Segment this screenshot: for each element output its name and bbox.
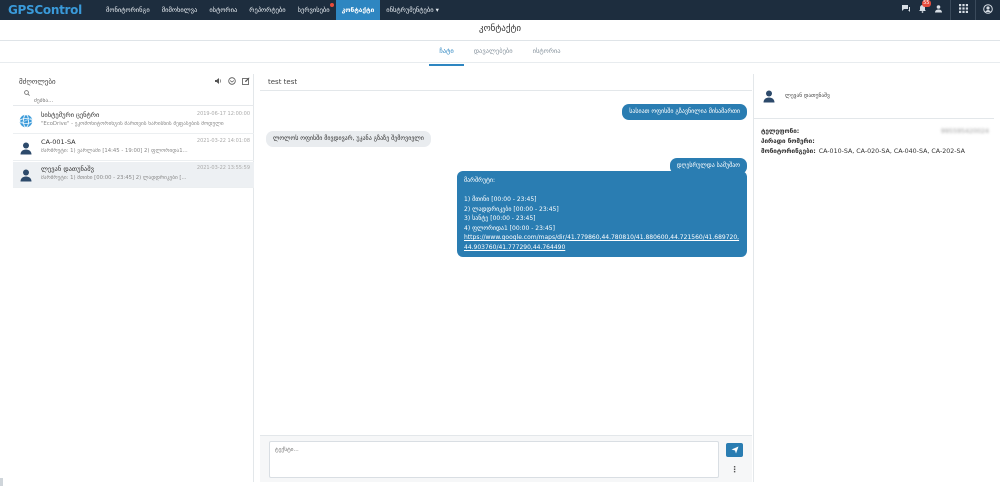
user-avatar-icon xyxy=(762,89,776,103)
conversation-date: 2019-06-17 12:00:00 xyxy=(196,111,250,117)
message-composer: ⋮ xyxy=(260,435,752,482)
compose-edit-icon[interactable] xyxy=(242,77,250,87)
route-text: მარშრუტი: 1) მთინი [00:00 - 23:45] 2) ლა… xyxy=(464,177,559,232)
send-icon xyxy=(731,446,738,454)
conversation-name: CA-001-SA xyxy=(41,138,76,146)
message-input[interactable] xyxy=(269,441,719,478)
conversation-preview: მარშრუტი: 1) ვარლამი [14:45 - 19:00] 2) … xyxy=(41,148,188,154)
nav-divider xyxy=(950,0,951,20)
top-nav: GPSControl მონიტორინგი მიმოხილვა ისტორია… xyxy=(0,0,1000,20)
drivers-search xyxy=(13,90,254,106)
divider xyxy=(0,40,1000,41)
nav-item-contact[interactable]: კონტაქტი xyxy=(335,0,381,20)
nav-divider xyxy=(975,0,976,20)
chat-icon[interactable] xyxy=(898,4,914,16)
send-button[interactable] xyxy=(726,443,743,457)
nav-item-reports[interactable]: რეპორტები xyxy=(243,0,291,20)
account-icon[interactable] xyxy=(980,3,996,17)
chat-panel: test test სასიათ ოფისში გზავნილია მისამა… xyxy=(260,74,752,482)
nav-menu: მონიტორინგი მიმოხილვა ისტორია რეპორტები … xyxy=(100,0,445,20)
drivers-toolbar xyxy=(214,77,254,87)
app-logo[interactable]: GPSControl xyxy=(0,3,100,17)
conversation-name: ლევან დათუნაშვ xyxy=(41,165,94,173)
nav-item-history[interactable]: ისტორია xyxy=(203,0,243,20)
contact-details: ტელეფონი: 995595420024 პირადი ნომერი: მო… xyxy=(761,127,989,157)
nav-item-overview[interactable]: მიმოხილვა xyxy=(156,0,204,20)
message-outgoing-route: მარშრუტი: 1) მთინი [00:00 - 23:45] 2) ლა… xyxy=(457,171,747,257)
monitorings-label: მონიტორინგები: xyxy=(761,148,816,155)
phone-row: ტელეფონი: 995595420024 xyxy=(761,127,989,137)
nav-item-services[interactable]: სერვისები xyxy=(292,0,336,20)
broadcast-speaker-icon[interactable] xyxy=(214,77,222,87)
conversation-name: სისტემური ცენტრი xyxy=(41,111,100,119)
drivers-title: მძღოლები xyxy=(19,78,56,86)
phone-label: ტელეფონი: xyxy=(761,128,800,135)
contact-info-panel: ლევან დათუნაშვ ტელეფონი: 995595420024 პი… xyxy=(753,74,994,482)
conversation-item-system[interactable]: სისტემური ცენტრი 2019-06-17 12:00:00 "Ec… xyxy=(13,108,254,134)
monitorings-value: CA-010-SA, CA-020-SA, CA-040-SA, CA-202-… xyxy=(818,148,965,155)
monitorings-row: მონიტორინგები: CA-010-SA, CA-020-SA, CA-… xyxy=(761,147,989,157)
user-avatar-icon xyxy=(19,168,33,182)
drivers-panel: მძღოლები სისტემური ცენტრი 2019-06-17 12:… xyxy=(13,74,254,482)
drivers-header: მძღოლები xyxy=(13,74,254,90)
divider xyxy=(0,62,1000,63)
search-input[interactable] xyxy=(34,98,184,104)
personal-id-row: პირადი ნომერი: xyxy=(761,137,989,147)
contact-name: ლევან დათუნაშვ xyxy=(785,93,830,99)
apps-grid-icon[interactable] xyxy=(955,4,971,16)
user-menu-icon[interactable] xyxy=(930,4,946,16)
phone-value: 995595420024 xyxy=(940,128,989,135)
search-icon xyxy=(24,90,30,98)
conversation-item-ca-001-sa[interactable]: CA-001-SA 2021-03-22 14:01:08 მარშრუტი: … xyxy=(13,135,254,161)
globe-icon xyxy=(19,114,33,128)
message-outgoing: სასიათ ოფისში გზავნილია მისამართი xyxy=(622,104,747,120)
nav-item-services-label: სერვისები xyxy=(297,6,330,14)
nav-item-tools[interactable]: ინსტრუმენტები ▾ xyxy=(380,0,445,20)
nav-right-tools: 55 xyxy=(898,0,1000,20)
scroll-marker xyxy=(0,478,3,486)
mail-open-icon[interactable] xyxy=(228,77,236,87)
conversation-preview: მარშრუტი: 1) მთინი [00:00 - 23:45] 2) ლა… xyxy=(41,175,187,181)
conversation-date: 2021-03-22 14:01:08 xyxy=(196,138,250,144)
contact-header: ლევან დათუნაშვ xyxy=(754,74,994,119)
conversation-date: 2021-03-22 13:55:59 xyxy=(196,165,250,171)
page-title: კონტაქტი xyxy=(479,24,521,34)
notification-bell-icon[interactable]: 55 xyxy=(914,0,931,16)
personal-id-label: პირადი ნომერი: xyxy=(761,138,815,145)
conversation-item-selected[interactable]: ლევან დათუნაშვ 2021-03-22 13:55:59 მარშრ… xyxy=(13,162,254,188)
message-list[interactable]: სასიათ ოფისში გზავნილია მისამართი ლოლოს … xyxy=(260,91,752,435)
nav-item-monitoring[interactable]: მონიტორინგი xyxy=(100,0,156,20)
user-avatar-icon xyxy=(19,141,33,155)
message-incoming: ლოლოს ოფისში მივდივარ, უკანა გზაზე შემოვ… xyxy=(266,131,431,147)
route-map-link[interactable]: https://www.google.com/maps/dir/41.77986… xyxy=(464,234,739,251)
notification-dot xyxy=(329,3,334,7)
chat-header: test test xyxy=(260,74,752,91)
more-options-button[interactable]: ⋮ xyxy=(726,463,743,477)
conversation-preview: "EcoDrive" - ეკომონიტორინგის მართვის ხარ… xyxy=(41,121,224,127)
